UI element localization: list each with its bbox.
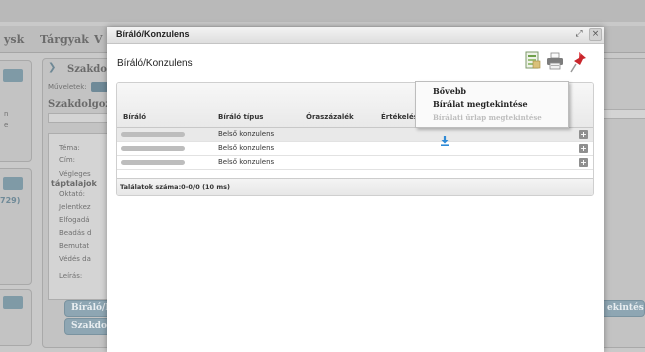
actions-label: Műveletek: [48,83,87,91]
field-label: Bemutat [59,242,90,250]
panel-controls[interactable] [3,69,23,82]
reviewer-dialog: Bíráló/Konzulens ⤢ × Bíráló/Konzulens Bí… [107,27,604,352]
left-panel-2: 729) [0,168,32,285]
column-header-hour-percent[interactable]: Óraszázalék [306,113,354,121]
left-code: e [4,121,9,129]
left-code: n [4,110,9,118]
download-icon[interactable] [440,136,450,146]
left-panel-1: n e [0,60,32,162]
panel-heading: Szakdol [67,64,111,75]
tab-partial[interactable]: ysk [4,33,24,46]
expand-row-icon[interactable]: + [579,144,588,153]
table-row[interactable]: Belső konzulens + [117,156,593,170]
right-field [601,109,645,119]
field-label: Leírás: [59,272,83,280]
restore-icon[interactable]: ⤢ [573,28,585,40]
table-row[interactable]: Belső konzulens + [117,128,593,142]
reviewer-type-cell: Belső konzulens [218,144,275,152]
top-bar [0,0,645,22]
field-label: Téma: [59,144,80,152]
table-row[interactable]: Belső konzulens + [117,142,593,156]
field-label: Védés da [59,255,91,263]
field-label: Oktató: [59,190,85,198]
column-header-reviewer-type[interactable]: Bíráló típus [218,113,263,121]
dialog-header: Bíráló/Konzulens ⤢ × [107,27,604,44]
left-code: 729) [0,196,21,205]
column-header-evaluation[interactable]: Értékelés [381,113,418,121]
panel-controls[interactable] [3,296,23,309]
reviewer-name-redacted [121,160,185,165]
field-label: Elfogadá [59,216,90,224]
dropdown[interactable] [48,113,114,123]
menu-item-more[interactable]: Bővebb [433,86,466,96]
pin-icon[interactable] [570,51,588,73]
field-label: Beadás d [59,229,92,237]
dialog-title: Bíráló/Konzulens [117,58,193,69]
reviewer-name-redacted [121,132,185,137]
field-label: Végleges [59,170,91,178]
details-box: Téma: Cím: Végleges táptalajok Oktató: J… [48,133,114,300]
field-label: táptalajok [51,179,97,188]
reviewer-name-redacted [121,146,185,151]
close-icon[interactable]: × [589,28,602,41]
expand-row-icon[interactable]: + [579,158,588,167]
grid-footer: Találatok száma:0-0/0 (10 ms) [117,178,593,195]
result-count: Találatok száma:0-0/0 (10 ms) [120,183,230,191]
reviewer-type-cell: Belső konzulens [218,158,275,166]
expand-arrow-icon[interactable]: ❯ [48,62,56,73]
field-label: Jelentkez [59,203,91,211]
menu-item-view-review[interactable]: Bírálat megtekintése [433,99,528,109]
excel-export-icon[interactable] [524,51,541,70]
column-header-reviewer[interactable]: Bíráló [123,113,146,121]
tab-subjects[interactable]: Tárgyak [40,33,89,46]
reviewer-type-cell: Belső konzulens [218,130,275,138]
view-button[interactable]: ekintése [600,300,645,317]
row-context-menu: Bővebb Bírálat megtekintése Bírálati űrl… [415,81,569,128]
panel-controls[interactable] [3,177,23,190]
tab-partial-v[interactable]: V [94,33,103,46]
menu-item-view-review-form: Bírálati űrlap megtekintése [433,113,542,122]
field-label: Cím: [59,156,76,164]
expand-row-icon[interactable]: + [579,130,588,139]
left-panel-3 [0,289,32,346]
print-icon[interactable] [546,52,564,70]
dialog-header-title: Bíráló/Konzulens [116,29,190,39]
